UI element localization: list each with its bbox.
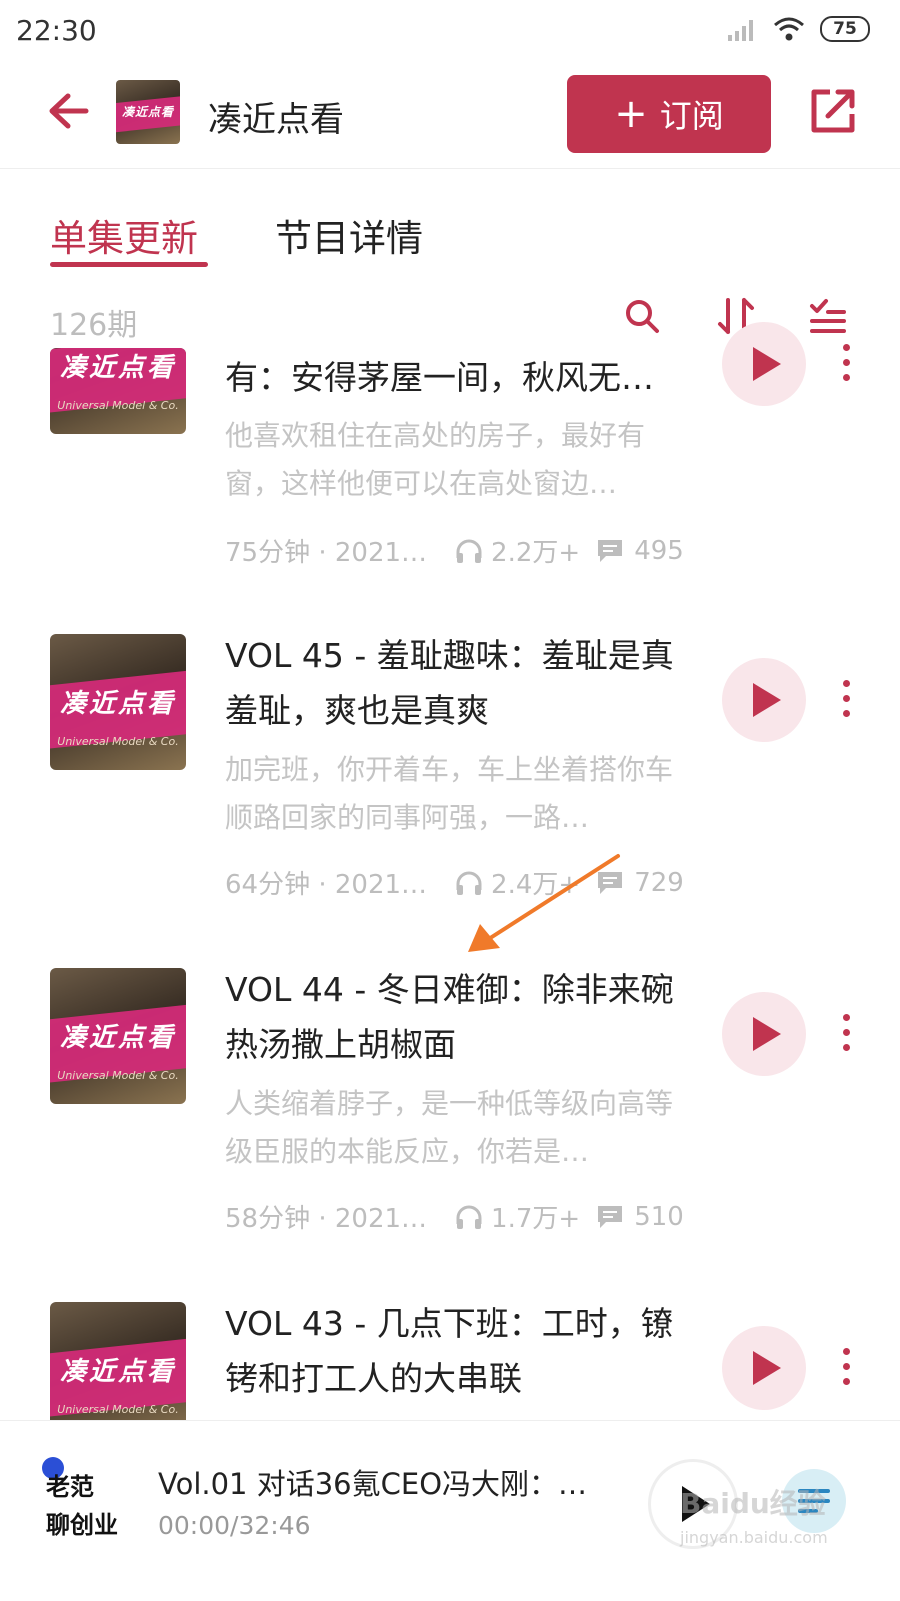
cover-art-subtext: Universal Model & Co. bbox=[57, 398, 179, 412]
episode-duration-date: 64分钟 · 2021… bbox=[225, 870, 428, 900]
episode-comments: 495 bbox=[634, 535, 684, 566]
tab-episodes[interactable]: 单集更新 bbox=[50, 208, 198, 262]
more-options-icon[interactable] bbox=[840, 1348, 852, 1392]
cover-art: 凑近点看 Universal Model & Co. bbox=[50, 348, 186, 434]
episode-comments: 510 bbox=[634, 1201, 684, 1232]
episode-thumbnail: 凑近点看 Universal Model & Co. bbox=[50, 1302, 186, 1420]
headphones-icon bbox=[456, 539, 482, 563]
active-tab-indicator bbox=[50, 262, 208, 267]
tab-details[interactable]: 节目详情 bbox=[275, 208, 423, 262]
episode-description: 加完班，你开着车，车上坐着搭你车顺路回家的同事阿强，一路… bbox=[225, 753, 674, 834]
cover-art-text: 凑近点看 bbox=[59, 688, 176, 719]
episode-comments: 729 bbox=[634, 867, 684, 898]
cover-art: 凑近点看 bbox=[116, 80, 180, 144]
cover-art-text: 凑近点看 bbox=[121, 105, 174, 120]
episode-plays: 2.2万+ bbox=[491, 538, 581, 568]
play-icon bbox=[753, 1017, 781, 1051]
cover-art-subtext: Universal Model & Co. bbox=[57, 1068, 179, 1082]
episode-title: 有：安得茅屋一间，秋风无… bbox=[225, 358, 654, 397]
episode-description: 人类缩着脖子，是一种低等级向高等级臣服的本能反应，你若是… bbox=[225, 1087, 674, 1168]
cover-art: 凑近点看 Universal Model & Co. bbox=[50, 968, 186, 1104]
play-button[interactable] bbox=[722, 658, 806, 742]
watermark-url: jingyan.baidu.com bbox=[680, 1528, 828, 1547]
more-options-icon[interactable] bbox=[840, 344, 852, 388]
cover-art: 凑近点看 Universal Model & Co. bbox=[50, 1302, 186, 1420]
more-options-icon[interactable] bbox=[840, 1014, 852, 1058]
search-icon[interactable] bbox=[622, 296, 662, 336]
cover-art-text: 凑近点看 bbox=[59, 352, 176, 383]
status-bar: 22:30 75 bbox=[0, 0, 900, 62]
battery-indicator: 75 bbox=[820, 16, 870, 42]
episode-title: VOL 44 - 冬日难御：除非来碗热汤撒上胡椒面 bbox=[225, 970, 674, 1064]
batch-select-icon[interactable] bbox=[808, 296, 848, 336]
wifi-icon bbox=[774, 17, 804, 41]
cover-art-text: 凑近点看 bbox=[59, 1356, 176, 1387]
more-options-icon[interactable] bbox=[840, 680, 852, 724]
subscribe-label: 订阅 bbox=[659, 97, 724, 135]
episode-duration-date: 75分钟 · 2021… bbox=[225, 538, 428, 568]
back-arrow-icon[interactable] bbox=[46, 86, 90, 136]
annotation-arrow bbox=[468, 854, 620, 952]
episode-plays: 1.7万+ bbox=[491, 1204, 581, 1234]
episode-meta: 58分钟 · 2021… 1.7万+ 510 bbox=[225, 1198, 705, 1235]
episode-count: 126期 bbox=[50, 308, 138, 343]
cover-art-subtext: Universal Model & Co. bbox=[57, 1402, 179, 1416]
status-time: 22:30 bbox=[16, 14, 97, 47]
player-podcast-logo[interactable]: 老范 聊创业 bbox=[40, 1457, 136, 1557]
player-time: 00:00/32:46 bbox=[158, 1511, 311, 1540]
play-icon bbox=[753, 347, 781, 381]
signal-icon bbox=[728, 20, 753, 41]
episode-meta: 75分钟 · 2021… 2.2万+ 495 bbox=[225, 532, 705, 569]
episode-thumbnail: 凑近点看 Universal Model & Co. bbox=[50, 634, 186, 770]
episode-title: VOL 43 - 几点下班：工时，镣铐和打工人的大串联 bbox=[225, 1304, 674, 1398]
comment-icon bbox=[598, 539, 623, 562]
podcast-thumbnail[interactable]: 凑近点看 bbox=[116, 80, 180, 144]
app-header: 凑近点看 凑近点看 + 订阅 bbox=[0, 62, 900, 169]
episode-thumbnail: 凑近点看 Universal Model & Co. bbox=[50, 348, 186, 434]
comment-icon bbox=[598, 1205, 623, 1228]
play-button[interactable] bbox=[722, 992, 806, 1076]
cover-art-text: 凑近点看 bbox=[59, 1022, 176, 1053]
player-episode-title: Vol.01 对话36氪CEO冯大刚：… bbox=[158, 1467, 588, 1501]
play-icon bbox=[753, 1351, 781, 1385]
episode-duration-date: 58分钟 · 2021… bbox=[225, 1204, 428, 1234]
play-icon bbox=[753, 683, 781, 717]
episode-thumbnail: 凑近点看 Universal Model & Co. bbox=[50, 968, 186, 1104]
logo-line1: 老范 bbox=[46, 1473, 94, 1501]
episode-description: 他喜欢租住在高处的房子，最好有窗，这样他便可以在高处窗边… bbox=[225, 419, 646, 500]
list-item[interactable]: 凑近点看 Universal Model & Co. VOL 43 - 几点下班… bbox=[0, 1298, 900, 1420]
cover-art: 凑近点看 Universal Model & Co. bbox=[50, 634, 186, 770]
subscribe-button[interactable]: + 订阅 bbox=[567, 75, 771, 153]
cover-art-subtext: Universal Model & Co. bbox=[57, 734, 179, 748]
podcast-title: 凑近点看 bbox=[208, 100, 344, 140]
episode-title: VOL 45 - 羞耻趣味：羞耻是真羞耻，爽也是真爽 bbox=[225, 636, 674, 730]
headphones-icon bbox=[456, 1205, 482, 1229]
watermark: Baidu经验 bbox=[680, 1487, 826, 1520]
play-button[interactable] bbox=[722, 322, 806, 406]
status-icons: 75 bbox=[726, 16, 870, 42]
logo-line2: 聊创业 bbox=[46, 1511, 118, 1539]
play-button[interactable] bbox=[722, 1326, 806, 1410]
plus-icon: + bbox=[614, 91, 648, 137]
share-icon[interactable] bbox=[808, 86, 858, 136]
